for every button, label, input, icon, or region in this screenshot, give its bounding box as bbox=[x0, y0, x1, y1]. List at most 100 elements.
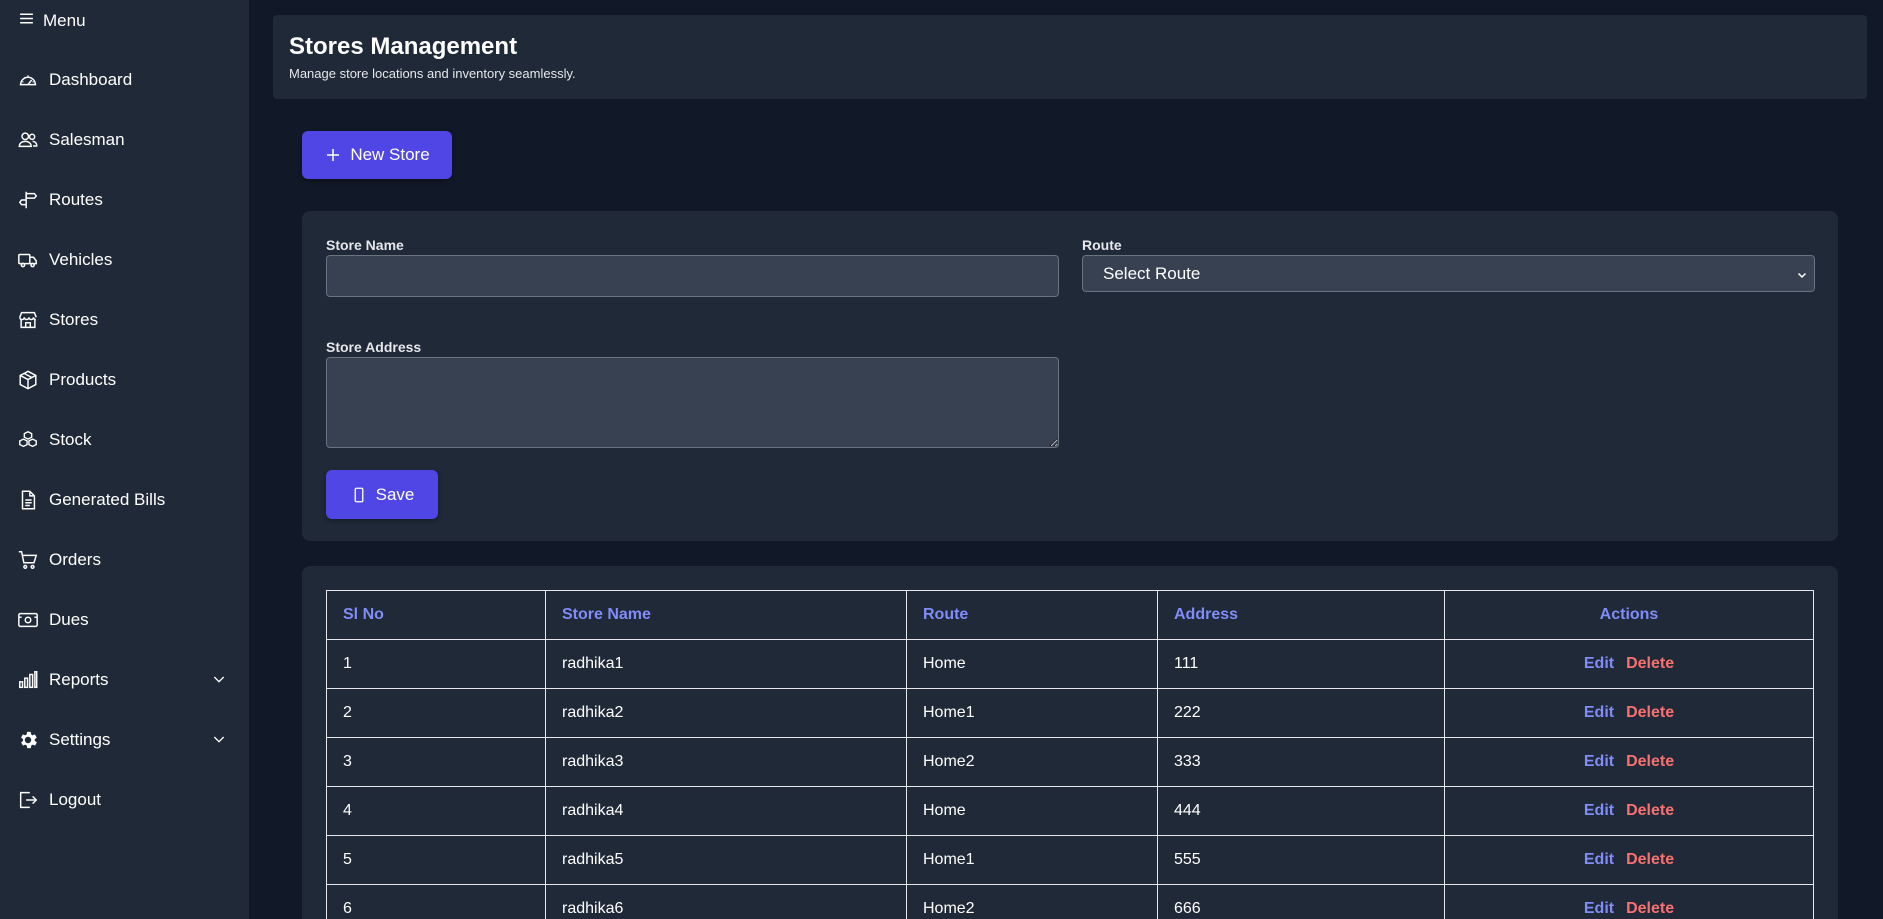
route-label: Route bbox=[1082, 237, 1122, 253]
edit-button[interactable]: Edit bbox=[1584, 900, 1614, 917]
delete-button[interactable]: Delete bbox=[1626, 851, 1674, 868]
sidebar-item-logout[interactable]: Logout bbox=[0, 770, 249, 830]
cell-route: Home1 bbox=[906, 688, 1158, 738]
logout-icon bbox=[16, 788, 40, 812]
sidebar-item-label: Logout bbox=[49, 790, 101, 809]
cell-store-name: radhika2 bbox=[545, 688, 907, 738]
save-button[interactable]: Save bbox=[326, 470, 438, 519]
edit-button[interactable]: Edit bbox=[1584, 704, 1614, 721]
sidebar-item-dues[interactable]: Dues bbox=[0, 590, 249, 650]
table-row: 1 radhika1 Home 111 Edit Delete bbox=[326, 639, 1814, 689]
sidebar-item-label: Routes bbox=[49, 190, 103, 209]
cell-sl-no: 5 bbox=[326, 835, 546, 885]
column-header-route: Route bbox=[906, 590, 1158, 640]
delete-button[interactable]: Delete bbox=[1626, 704, 1674, 721]
edit-button[interactable]: Edit bbox=[1584, 655, 1614, 672]
delete-button[interactable]: Delete bbox=[1626, 655, 1674, 672]
sidebar-item-label: Dashboard bbox=[49, 70, 133, 89]
sidebar-item-salesman[interactable]: Salesman bbox=[0, 110, 249, 170]
boxes-icon bbox=[16, 428, 40, 452]
chevron-down-icon bbox=[1797, 272, 1807, 279]
truck-icon bbox=[16, 248, 40, 272]
file-icon bbox=[16, 488, 40, 512]
sidebar-item-products[interactable]: Products bbox=[0, 350, 249, 410]
cell-store-name: radhika1 bbox=[545, 639, 907, 689]
sidebar-item-orders[interactable]: Orders bbox=[0, 530, 249, 590]
delete-button[interactable]: Delete bbox=[1626, 802, 1674, 819]
edit-button[interactable]: Edit bbox=[1584, 753, 1614, 770]
cell-route: Home1 bbox=[906, 835, 1158, 885]
page-header: Stores Management Manage store locations… bbox=[273, 15, 1867, 99]
cell-address: 666 bbox=[1157, 884, 1445, 919]
sidebar-item-dashboard[interactable]: Dashboard bbox=[0, 50, 249, 110]
sidebar-item-label: Products bbox=[49, 370, 117, 389]
cell-address: 444 bbox=[1157, 786, 1445, 836]
column-header-sl-no: Sl No bbox=[326, 590, 546, 640]
store-name-label: Store Name bbox=[326, 237, 404, 253]
hamburger-icon bbox=[18, 10, 35, 32]
cash-icon bbox=[16, 608, 40, 632]
stores-table: Sl No Store Name Route Address Actions 1… bbox=[326, 590, 1814, 919]
cell-actions: Edit Delete bbox=[1444, 737, 1814, 787]
cell-sl-no: 3 bbox=[326, 737, 546, 787]
sidebar-item-reports[interactable]: Reports bbox=[0, 650, 249, 710]
table-row: 5 radhika5 Home1 555 Edit Delete bbox=[326, 835, 1814, 885]
bar-chart-icon bbox=[16, 668, 40, 692]
new-store-label: New Store bbox=[350, 145, 430, 164]
stores-table-card: Sl No Store Name Route Address Actions 1… bbox=[302, 566, 1838, 919]
cell-actions: Edit Delete bbox=[1444, 688, 1814, 738]
plus-icon bbox=[327, 149, 340, 161]
sidebar-item-label: Orders bbox=[49, 550, 101, 569]
delete-button[interactable]: Delete bbox=[1626, 753, 1674, 770]
new-store-button[interactable]: New Store bbox=[302, 131, 452, 179]
delete-button[interactable]: Delete bbox=[1626, 900, 1674, 917]
cell-address: 333 bbox=[1157, 737, 1445, 787]
table-row: 6 radhika6 Home2 666 Edit Delete bbox=[326, 884, 1814, 919]
chevron-down-icon[interactable] bbox=[211, 731, 227, 747]
route-select[interactable]: Select Route bbox=[1082, 255, 1815, 292]
cell-address: 222 bbox=[1157, 688, 1445, 738]
gauge-icon bbox=[16, 68, 40, 92]
cell-route: Home2 bbox=[906, 737, 1158, 787]
cart-icon bbox=[16, 548, 40, 572]
table-row: 3 radhika3 Home2 333 Edit Delete bbox=[326, 737, 1814, 787]
menu-label: Menu bbox=[43, 11, 86, 30]
sidebar-item-label: Dues bbox=[49, 610, 89, 629]
edit-button[interactable]: Edit bbox=[1584, 851, 1614, 868]
gear-icon bbox=[16, 728, 40, 752]
cell-store-name: radhika6 bbox=[545, 884, 907, 919]
sidebar-item-stock[interactable]: Stock bbox=[0, 410, 249, 470]
sidebar-item-stores[interactable]: Stores bbox=[0, 290, 249, 350]
cell-store-name: radhika3 bbox=[545, 737, 907, 787]
sidebar-item-routes[interactable]: Routes bbox=[0, 170, 249, 230]
menu-toggle[interactable]: Menu bbox=[18, 10, 86, 32]
signpost-icon bbox=[16, 188, 40, 212]
table-row: 2 radhika2 Home1 222 Edit Delete bbox=[326, 688, 1814, 738]
column-header-actions: Actions bbox=[1444, 590, 1814, 640]
sidebar-item-generated-bills[interactable]: Generated Bills bbox=[0, 470, 249, 530]
column-header-address: Address bbox=[1157, 590, 1445, 640]
sidebar-item-label: Stock bbox=[49, 430, 92, 449]
store-address-input[interactable] bbox=[326, 357, 1059, 448]
cell-actions: Edit Delete bbox=[1444, 835, 1814, 885]
phone-icon bbox=[354, 487, 364, 502]
cell-store-name: radhika5 bbox=[545, 835, 907, 885]
cell-actions: Edit Delete bbox=[1444, 786, 1814, 836]
store-form: Store Name Route Select Route Store Addr… bbox=[302, 211, 1838, 541]
chevron-down-icon[interactable] bbox=[211, 671, 227, 687]
sidebar-item-label: Stores bbox=[49, 310, 99, 329]
cell-actions: Edit Delete bbox=[1444, 639, 1814, 689]
cell-route: Home bbox=[906, 639, 1158, 689]
cell-route: Home bbox=[906, 786, 1158, 836]
store-name-input[interactable] bbox=[326, 255, 1059, 297]
cell-sl-no: 6 bbox=[326, 884, 546, 919]
sidebar-item-settings[interactable]: Settings bbox=[0, 710, 249, 770]
page-title: Stores Management bbox=[289, 33, 518, 60]
edit-button[interactable]: Edit bbox=[1584, 802, 1614, 819]
sidebar-item-vehicles[interactable]: Vehicles bbox=[0, 230, 249, 290]
users-icon bbox=[16, 128, 40, 152]
sidebar-item-label: Salesman bbox=[49, 130, 125, 149]
cell-sl-no: 2 bbox=[326, 688, 546, 738]
store-address-label: Store Address bbox=[326, 339, 422, 355]
cell-actions: Edit Delete bbox=[1444, 884, 1814, 919]
